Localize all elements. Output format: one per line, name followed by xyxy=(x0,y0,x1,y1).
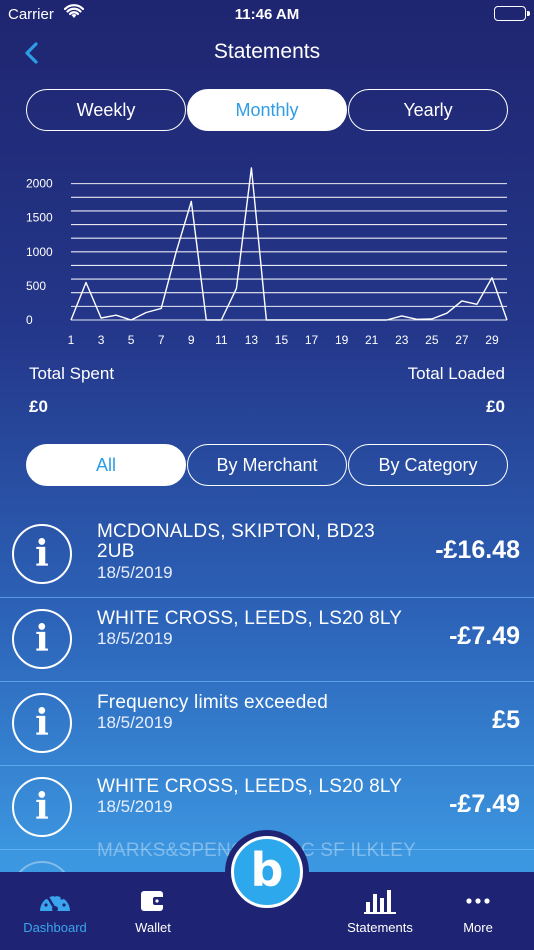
page-title: Statements xyxy=(213,40,321,63)
total-loaded-label: Total Loaded xyxy=(407,364,505,383)
chart-x-tick-label: 27 xyxy=(455,333,469,347)
center-b-button[interactable]: b xyxy=(231,836,303,908)
chart-y-tick-label: 2000 xyxy=(26,177,53,191)
navigation-bar: Statements xyxy=(0,30,534,76)
info-icon[interactable]: i xyxy=(12,609,72,669)
chart-x-tick-label: 11 xyxy=(215,333,228,347)
chart-x-tick-label: 7 xyxy=(158,333,165,347)
more-dots-icon xyxy=(464,886,492,916)
tab-statements[interactable]: Statements xyxy=(336,872,424,950)
info-icon[interactable]: i xyxy=(12,861,72,872)
chart-x-tick-label: 9 xyxy=(188,333,195,347)
chart-x-tick-label: 5 xyxy=(128,333,135,347)
filter-segmented-control: All By Merchant By Category xyxy=(26,444,508,486)
total-loaded-value: £0 xyxy=(486,397,505,416)
chart-y-tick-label: 1500 xyxy=(26,211,53,225)
chart-x-tick-label: 13 xyxy=(245,333,259,347)
transaction-merchant: MCDONALDS, SKIPTON, BD23 2UB xyxy=(97,521,375,562)
transaction-row[interactable]: i WHITE CROSS, LEEDS, LS20 8LY 18/5/2019… xyxy=(0,598,534,682)
chart-x-tick-label: 25 xyxy=(425,333,439,347)
tab-monthly[interactable]: Monthly xyxy=(187,89,347,131)
chart-x-tick-label: 15 xyxy=(275,333,289,347)
transaction-list: i MCDONALDS, SKIPTON, BD23 2UB 18/5/2019… xyxy=(0,512,534,872)
chart-y-tick-label: 1000 xyxy=(26,245,53,259)
dashboard-gauge-icon xyxy=(38,886,72,916)
chart-x-tick-label: 21 xyxy=(365,333,379,347)
tab-more-label: More xyxy=(463,920,493,935)
chart-x-tick-label: 23 xyxy=(395,333,409,347)
tab-more[interactable]: More xyxy=(448,872,508,950)
chart-series-line xyxy=(70,167,508,321)
transaction-date: 18/5/2019 xyxy=(97,797,173,816)
transaction-amount: -£16.48 xyxy=(435,536,520,564)
total-spent-value: £0 xyxy=(29,397,48,416)
info-icon[interactable]: i xyxy=(12,693,72,753)
transaction-date: 18/5/2019 xyxy=(97,563,173,582)
brand-b-icon: b xyxy=(250,843,284,897)
bar-chart-icon xyxy=(363,886,397,916)
wallet-icon xyxy=(139,886,167,916)
transaction-amount: -£7.49 xyxy=(449,790,520,818)
chart-x-tick-label: 1 xyxy=(68,333,75,347)
chart-y-tick-label: 500 xyxy=(26,279,46,293)
info-icon[interactable]: i xyxy=(12,524,72,584)
transaction-merchant: WHITE CROSS, LEEDS, LS20 8LY xyxy=(97,776,403,797)
transaction-amount: -£7.49 xyxy=(449,622,520,650)
transaction-row[interactable]: i MCDONALDS, SKIPTON, BD23 2UB 18/5/2019… xyxy=(0,512,534,598)
total-spent-label: Total Spent xyxy=(29,364,115,383)
transaction-merchant: Frequency limits exceeded xyxy=(97,692,328,713)
filter-by-category[interactable]: By Category xyxy=(348,444,508,486)
period-segmented-control: Weekly Monthly Yearly xyxy=(26,89,508,131)
chart-y-tick-label: 0 xyxy=(26,313,33,327)
transaction-amount: £5 xyxy=(492,706,520,734)
filter-by-merchant[interactable]: By Merchant xyxy=(187,444,347,486)
tab-dashboard-label: Dashboard xyxy=(23,920,87,935)
chart-x-tick-label: 3 xyxy=(98,333,105,347)
spending-line-chart: 05001000150020001 3 5 7 9 11 13 15 17 19 21 23 25 27 2… xyxy=(26,167,508,347)
info-icon[interactable]: i xyxy=(12,777,72,837)
chart-x-tick-label: 19 xyxy=(335,333,349,347)
tab-weekly[interactable]: Weekly xyxy=(26,89,186,131)
battery-icon xyxy=(494,6,530,21)
transaction-date: 18/5/2019 xyxy=(97,629,173,648)
transaction-row[interactable]: i Frequency limits exceeded 18/5/2019 £5 xyxy=(0,682,534,766)
tab-wallet[interactable]: Wallet xyxy=(118,872,188,950)
tab-dashboard[interactable]: Dashboard xyxy=(10,872,100,950)
tab-wallet-label: Wallet xyxy=(135,920,171,935)
filter-all[interactable]: All xyxy=(26,444,186,486)
transaction-date: 18/5/2019 xyxy=(97,713,173,732)
totals-summary: Total Spent Total Loaded £0 £0 xyxy=(29,364,505,424)
tab-yearly[interactable]: Yearly xyxy=(348,89,508,131)
transaction-merchant: WHITE CROSS, LEEDS, LS20 8LY xyxy=(97,608,403,629)
chart-x-tick-label: 17 xyxy=(305,333,319,347)
clock-time: 11:46 AM xyxy=(234,6,300,23)
chart-x-tick-label: 29 xyxy=(485,333,499,347)
status-bar: Carrier 11:46 AM xyxy=(0,0,534,30)
tab-statements-label: Statements xyxy=(347,920,413,935)
